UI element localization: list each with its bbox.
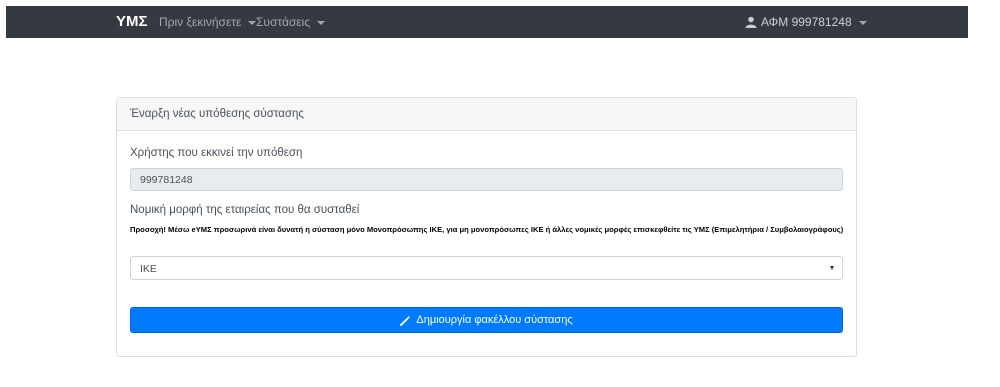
top-navbar: ΥΜΣ Πριν ξεκινήσετε Συστάσεις ΑΦΜ 999781…	[6, 6, 968, 38]
user-afm-field: 999781248	[130, 168, 843, 191]
create-folder-button[interactable]: Δημιουργία φακέλλου σύστασης	[130, 307, 843, 333]
dropdown-arrow-icon	[830, 266, 834, 270]
nav-menu-establishments[interactable]: Συστάσεις	[256, 15, 326, 29]
legal-form-warning: Προσοχή! Μέσω eΥΜΣ προσωρινά είναι δυνατ…	[130, 225, 844, 234]
card-title: Έναρξη νέας υπόθεσης σύστασης	[117, 98, 856, 131]
chevron-down-icon	[317, 20, 326, 25]
new-case-card: Έναρξη νέας υπόθεσης σύστασης Χρήστης πο…	[116, 97, 857, 357]
user-menu-label: ΑΦΜ 999781248	[761, 15, 852, 29]
nav-menu-before-start[interactable]: Πριν ξεκινήσετε	[159, 15, 257, 29]
brand-logo[interactable]: ΥΜΣ	[116, 13, 148, 30]
user-field-label: Χρήστης που εκκινεί την υπόθεση	[130, 147, 303, 159]
legal-form-label: Νομική μορφή της εταιρείας που θα συσταθ…	[130, 204, 360, 216]
legal-form-selected-value: ΙΚΕ	[140, 263, 157, 275]
user-icon	[745, 16, 757, 28]
nav-menu-establishments-label: Συστάσεις	[256, 15, 311, 29]
user-menu[interactable]: ΑΦΜ 999781248	[745, 15, 867, 29]
chevron-down-icon	[858, 20, 867, 25]
create-folder-button-label: Δημιουργία φακέλλου σύστασης	[416, 314, 573, 326]
legal-form-select[interactable]: ΙΚΕ	[130, 256, 843, 280]
nav-menu-before-start-label: Πριν ξεκινήσετε	[159, 15, 242, 29]
magic-wand-icon	[400, 314, 411, 326]
